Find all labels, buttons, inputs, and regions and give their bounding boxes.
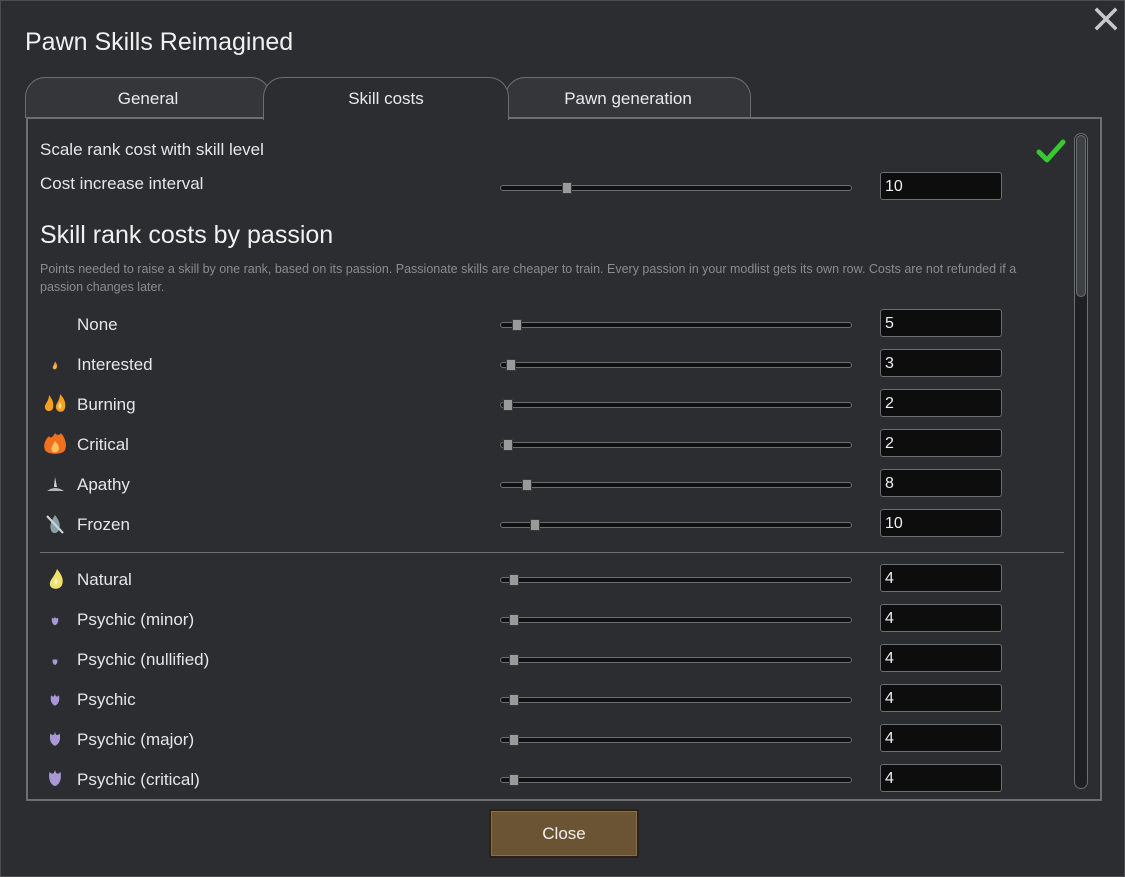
slider-track: [500, 185, 852, 191]
passion-slider-apathy[interactable]: [500, 479, 852, 491]
slider-handle[interactable]: [509, 574, 520, 586]
passion-slider-psychic-minor[interactable]: [500, 614, 852, 626]
psychic-flame-icon: [51, 616, 59, 626]
section-heading: Skill rank costs by passion: [40, 221, 334, 249]
passion-label-frozen: Frozen: [77, 515, 130, 534]
passion-slider-psychic[interactable]: [500, 694, 852, 706]
tab-general[interactable]: General: [25, 77, 271, 118]
cost-interval-slider[interactable]: [500, 182, 852, 194]
cost-interval-input[interactable]: 10: [880, 172, 1002, 200]
slider-track: [500, 482, 852, 488]
slider-handle[interactable]: [509, 694, 520, 706]
slider-track: [500, 617, 852, 623]
passion-cost-input-psychic-major[interactable]: 4: [880, 724, 1002, 752]
psychic-flame-icon: [52, 658, 58, 666]
passion-cost-input-psychic-nullified[interactable]: 4: [880, 644, 1002, 672]
slider-track: [500, 442, 852, 448]
passion-cost-input-psychic-critical[interactable]: 4: [880, 764, 1002, 792]
psychic-flame-icon: [49, 769, 61, 787]
slider-handle[interactable]: [530, 519, 541, 531]
passion-slider-frozen[interactable]: [500, 519, 852, 531]
passion-slider-psychic-critical[interactable]: [500, 774, 852, 786]
window-title: Pawn Skills Reimagined: [25, 28, 294, 56]
flame-large-icon: [44, 433, 66, 454]
passion-slider-psychic-nullified[interactable]: [500, 654, 852, 666]
passion-label-psychic-critical: Psychic (critical): [77, 770, 200, 789]
slider-track: [500, 322, 852, 328]
slider-track: [500, 402, 852, 408]
psychic-flame-icon: [50, 693, 60, 706]
slider-handle[interactable]: [522, 479, 533, 491]
passion-label-psychic: Psychic: [77, 690, 136, 709]
passion-label-interested: Interested: [77, 355, 153, 374]
passion-cost-input-burning[interactable]: 2: [880, 389, 1002, 417]
natural-flame-icon: [49, 569, 63, 589]
slider-handle[interactable]: [509, 654, 520, 666]
slider-handle[interactable]: [509, 614, 520, 626]
passion-cost-input-critical[interactable]: 2: [880, 429, 1002, 457]
passion-label-burning: Burning: [77, 395, 136, 414]
flame-small-icon: [52, 361, 58, 370]
slider-track: [500, 777, 852, 783]
close-button[interactable]: Close: [489, 809, 639, 858]
passion-label-psychic-major: Psychic (major): [77, 730, 195, 749]
flame-double-icon: [44, 394, 66, 412]
passion-slider-none[interactable]: [500, 319, 852, 331]
slider-handle[interactable]: [511, 319, 522, 331]
passion-cost-input-apathy[interactable]: 8: [880, 469, 1002, 497]
passion-cost-input-psychic-minor[interactable]: 4: [880, 604, 1002, 632]
passion-cost-input-psychic[interactable]: 4: [880, 684, 1002, 712]
passion-label-none: None: [77, 315, 118, 334]
slider-track: [500, 697, 852, 703]
tab-pawn-generation[interactable]: Pawn generation: [505, 77, 751, 118]
slider-handle[interactable]: [509, 774, 520, 786]
slider-track: [500, 522, 852, 528]
divider: [40, 552, 1064, 553]
slider-handle[interactable]: [509, 734, 520, 746]
slider-handle[interactable]: [561, 182, 572, 194]
passion-cost-input-interested[interactable]: 3: [880, 349, 1002, 377]
passion-label-critical: Critical: [77, 435, 129, 454]
apathy-icon: [47, 477, 64, 491]
passion-slider-psychic-major[interactable]: [500, 734, 852, 746]
skill-costs-panel: Scale rank cost with skill level Cost in…: [26, 117, 1102, 801]
slider-track: [500, 577, 852, 583]
passion-slider-natural[interactable]: [500, 574, 852, 586]
slider-track: [500, 737, 852, 743]
scale-rank-label: Scale rank cost with skill level: [40, 140, 264, 159]
slider-track: [500, 362, 852, 368]
scrollbar-thumb[interactable]: [1076, 135, 1086, 297]
section-description: Points needed to raise a skill by one ra…: [40, 262, 1017, 294]
slider-handle[interactable]: [502, 399, 513, 411]
passion-label-apathy: Apathy: [77, 475, 130, 494]
passion-slider-critical[interactable]: [500, 439, 852, 451]
frozen-icon: [46, 515, 64, 534]
scale-rank-checkbox[interactable]: [1036, 137, 1066, 165]
passion-slider-burning[interactable]: [500, 399, 852, 411]
passion-cost-input-frozen[interactable]: 10: [880, 509, 1002, 537]
cost-interval-label: Cost increase interval: [40, 174, 204, 193]
slider-track: [500, 657, 852, 663]
passion-label-psychic-nullified: Psychic (nullified): [77, 650, 210, 669]
tab-skill-costs[interactable]: Skill costs: [263, 77, 509, 120]
psychic-flame-icon: [49, 731, 61, 746]
slider-handle[interactable]: [502, 439, 513, 451]
passion-label-natural: Natural: [77, 570, 132, 589]
passion-label-psychic-minor: Psychic (minor): [77, 610, 195, 629]
scrollbar[interactable]: [1074, 133, 1088, 789]
passion-cost-input-natural[interactable]: 4: [880, 564, 1002, 592]
mod-settings-window: Pawn Skills Reimagined General Pawn gene…: [0, 0, 1125, 877]
passion-cost-input-none[interactable]: 5: [880, 309, 1002, 337]
passion-slider-interested[interactable]: [500, 359, 852, 371]
close-window-icon[interactable]: [1092, 5, 1120, 33]
slider-handle[interactable]: [506, 359, 517, 371]
